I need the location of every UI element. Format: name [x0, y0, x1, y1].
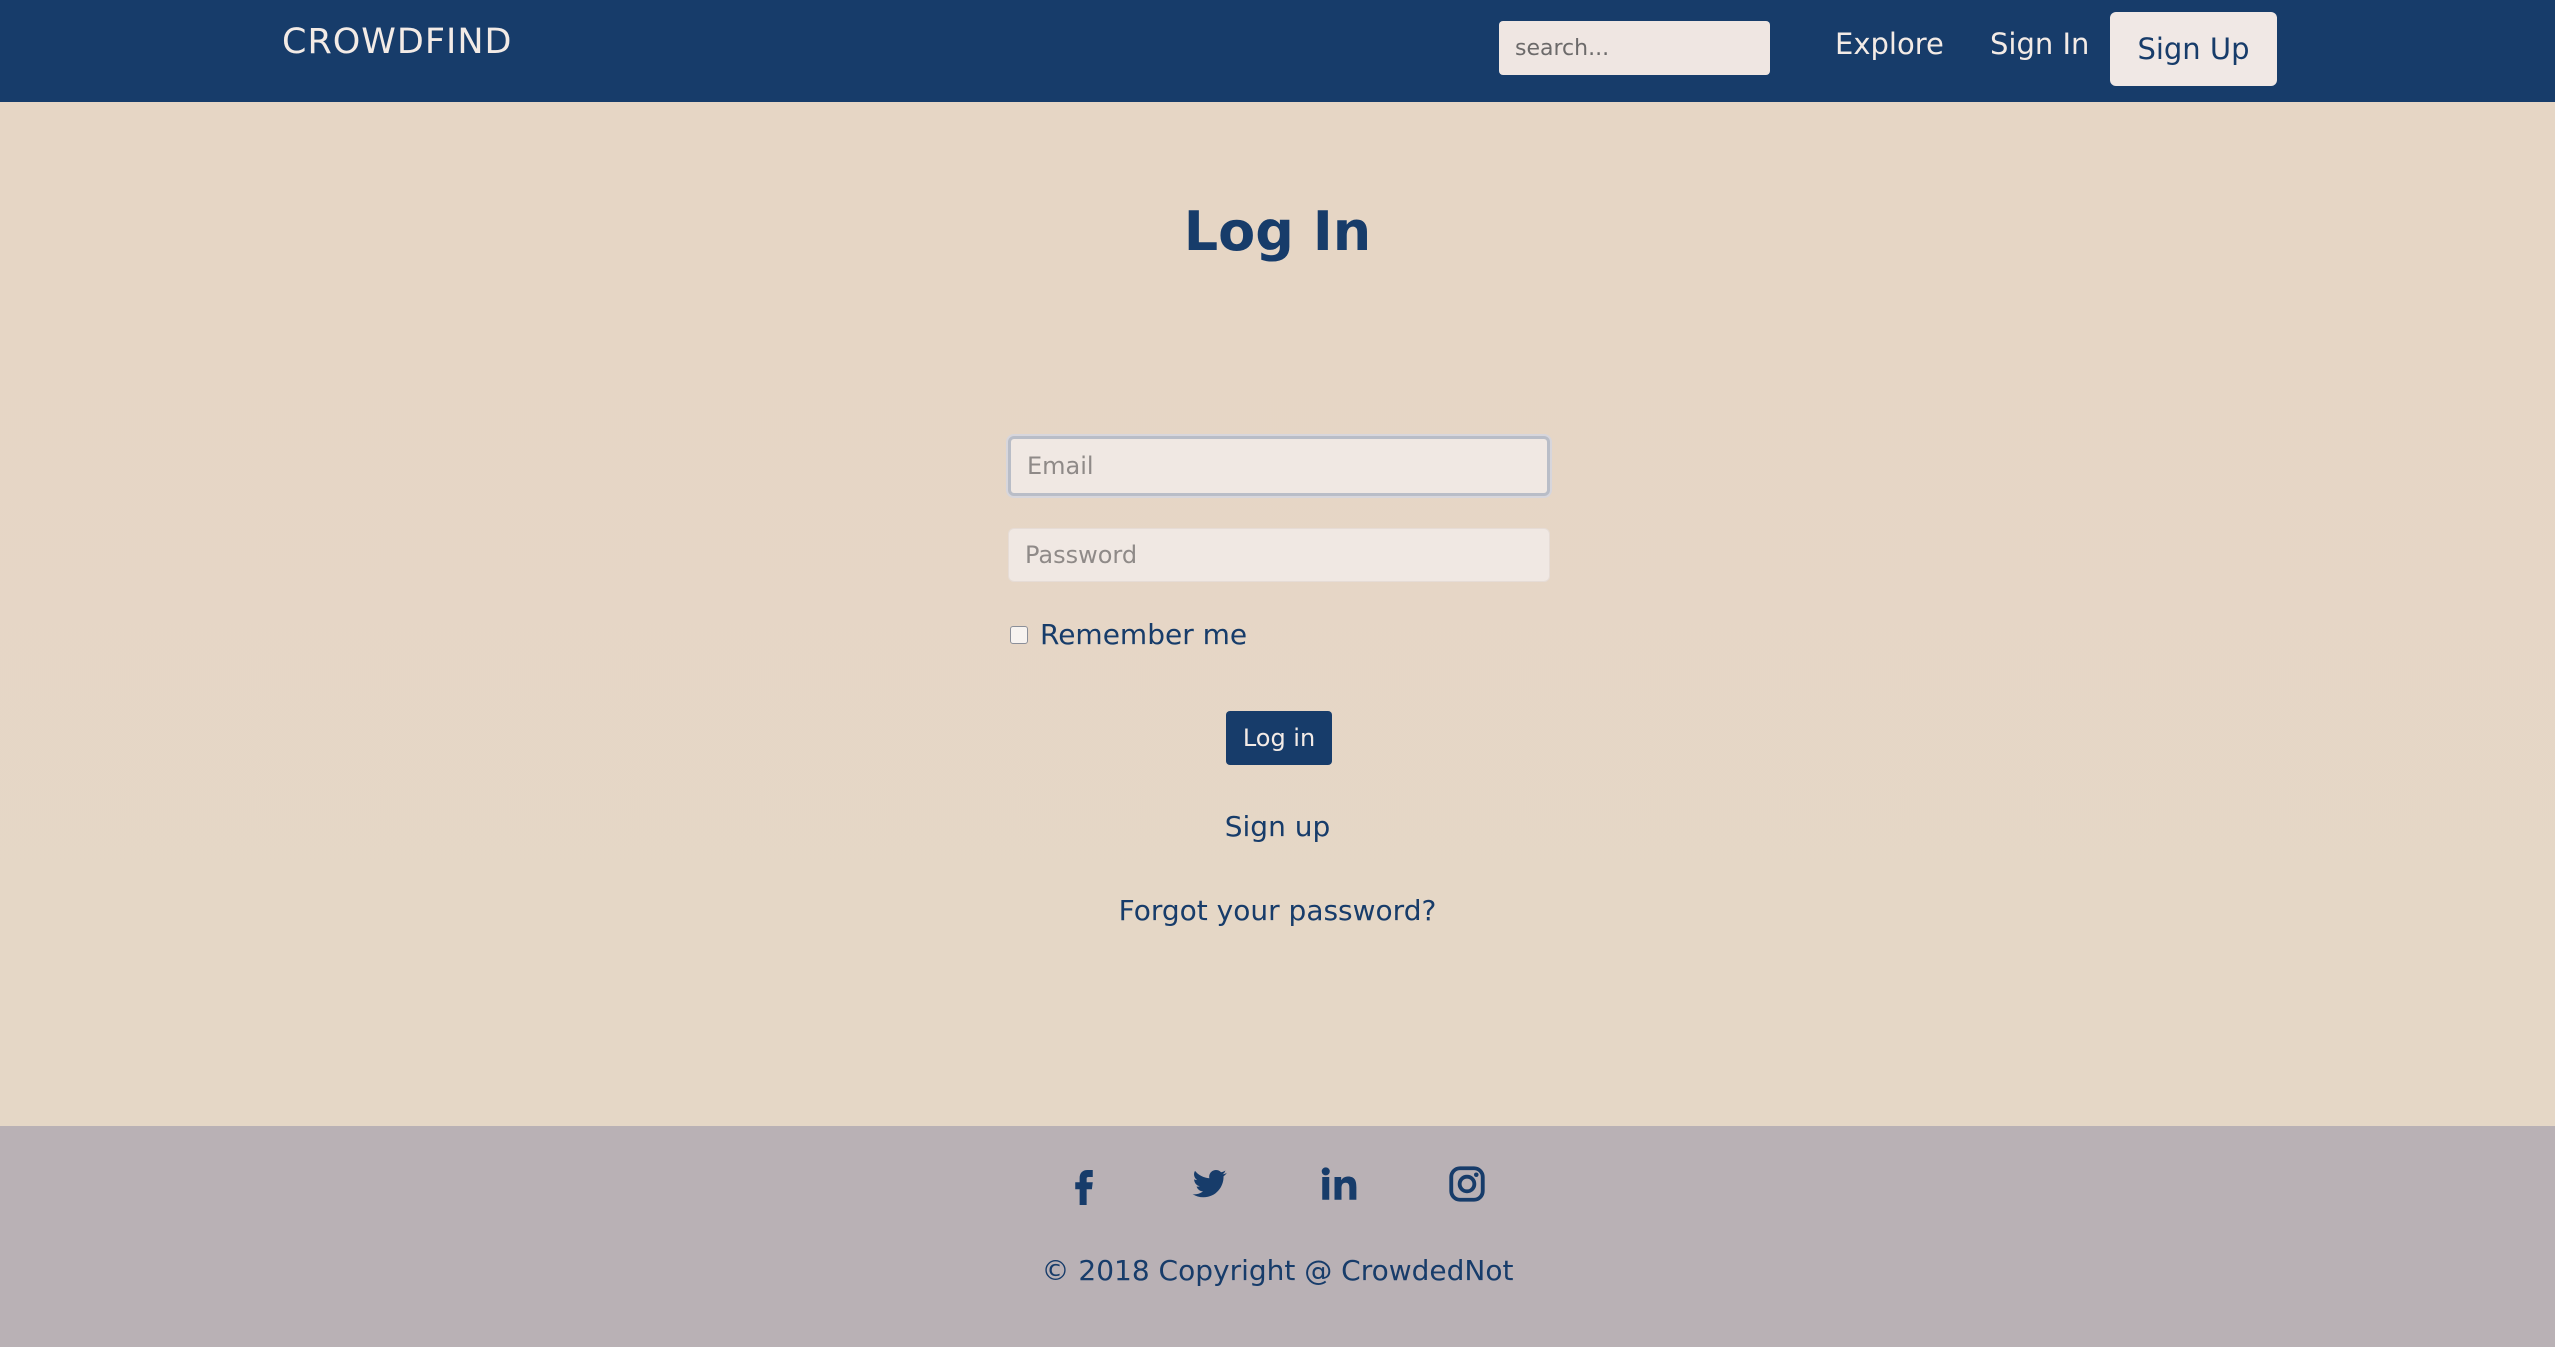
remember-me-label: Remember me	[1040, 618, 1248, 651]
login-page: Log In Remember me Log in Sign up Forgot…	[0, 102, 2555, 1126]
email-field[interactable]	[1008, 436, 1550, 496]
page-title: Log In	[1183, 200, 1372, 263]
instagram-icon[interactable]	[1446, 1163, 1488, 1205]
linkedin-icon[interactable]	[1317, 1163, 1359, 1205]
twitter-icon[interactable]	[1188, 1163, 1230, 1205]
password-field[interactable]	[1008, 528, 1550, 582]
remember-me: Remember me	[1010, 618, 1247, 651]
copyright-text: © 2018 Copyright @ CrowdedNot	[1041, 1254, 1514, 1287]
facebook-icon[interactable]	[1063, 1163, 1105, 1205]
sign-up-button[interactable]: Sign Up	[2110, 12, 2277, 86]
sign-in-link[interactable]: Sign In	[1990, 27, 2089, 61]
signup-link[interactable]: Sign up	[0, 810, 2555, 843]
explore-link[interactable]: Explore	[1835, 27, 1944, 61]
login-button[interactable]: Log in	[1226, 711, 1332, 765]
navbar: CROWDFIND Explore Sign In Sign Up	[0, 0, 2555, 102]
brand-logo[interactable]: CROWDFIND	[282, 22, 512, 62]
social-links	[0, 1163, 2555, 1213]
remember-me-checkbox[interactable]	[1010, 625, 1028, 644]
footer: © 2018 Copyright @ CrowdedNot	[0, 1126, 2555, 1347]
forgot-password-link[interactable]: Forgot your password?	[0, 894, 2555, 927]
search-input[interactable]	[1499, 21, 1770, 75]
